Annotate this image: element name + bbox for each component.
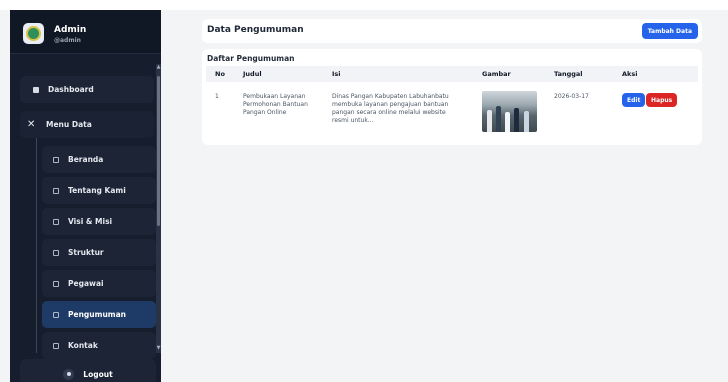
column-header: Gambar (482, 70, 511, 78)
sidebar-item-kontak[interactable]: Kontak (42, 332, 156, 359)
table-title: Daftar Pengumuman (207, 54, 295, 63)
document-icon (53, 249, 59, 256)
cell-judul-line: Pembukaan Layanan (243, 93, 306, 100)
sidebar-scrollbar[interactable]: ▲ ▼ (156, 64, 161, 353)
avatar (23, 23, 44, 44)
logout-button[interactable]: Logout (20, 359, 156, 382)
column-header: Tanggal (554, 70, 583, 78)
logout-icon (63, 368, 75, 380)
sidebar-item-menu-data[interactable]: ✕ Menu Data (20, 111, 154, 138)
delete-button[interactable]: Hapus (646, 93, 678, 107)
document-icon (53, 280, 59, 287)
sidebar-item-label: Pengumuman (68, 310, 127, 319)
cell-isi-line: Dinas Pangan Kabupaten Labuhanbatu (332, 93, 449, 100)
sidebar-item-label: Kontak (68, 341, 98, 350)
sidebar-item-tentang-kami[interactable]: Tentang Kami (42, 177, 156, 204)
dashboard-icon (33, 86, 39, 93)
scroll-up-icon[interactable]: ▲ (156, 64, 161, 72)
scroll-thumb[interactable] (157, 76, 160, 226)
top-bar (0, 0, 728, 10)
cell-isi-line: membuka layanan pengajuan bantuan (332, 101, 449, 108)
submenu-tree-line (36, 138, 37, 353)
sidebar-item-struktur[interactable]: Struktur (42, 239, 156, 266)
cell-isi-line: pangan secara online melalui website (332, 109, 446, 116)
column-header: No (215, 70, 225, 78)
sidebar-item-dashboard[interactable]: Dashboard (20, 76, 154, 103)
cell-no: 1 (215, 93, 219, 100)
column-header: Isi (332, 70, 341, 78)
cell-tanggal: 2026-03-17 (554, 93, 589, 100)
sidebar-item-label: Pegawai (68, 279, 104, 288)
document-icon (53, 187, 59, 194)
sidebar-item-label: Visi & Misi (68, 217, 113, 226)
sidebar-item-visi-misi[interactable]: Visi & Misi (42, 208, 156, 235)
document-icon (53, 342, 59, 349)
add-data-button[interactable]: Tambah Data (641, 23, 698, 39)
sidebar-item-label: Dashboard (48, 85, 94, 94)
column-header: Judul (243, 70, 262, 78)
document-icon (53, 156, 59, 163)
cell-isi-line: resmi untuk... (332, 117, 374, 124)
sidebar: Admin @admin Dashboard ✕ Menu Data Beran… (10, 10, 161, 382)
sidebar-item-label: Tentang Kami (68, 186, 126, 195)
edit-button[interactable]: Edit (622, 93, 646, 107)
column-header: Aksi (622, 70, 638, 78)
sidebar-item-label: Struktur (68, 248, 104, 257)
profile-name: Admin (54, 25, 87, 35)
sidebar-item-label: Beranda (68, 155, 104, 164)
sidebar-item-pengumuman[interactable]: Pengumuman (42, 301, 156, 328)
close-icon: ✕ (27, 119, 36, 130)
profile-username: @admin (54, 37, 81, 44)
sidebar-item-pegawai[interactable]: Pegawai (42, 270, 156, 297)
document-icon (53, 218, 59, 225)
announcement-image (482, 91, 537, 132)
page-header: Data Pengumuman Tambah Data (202, 19, 702, 43)
cell-judul-line: Permohonan Bantuan (243, 101, 308, 108)
sidebar-item-beranda[interactable]: Beranda (42, 146, 156, 173)
logo-seal-icon (26, 26, 41, 41)
scroll-down-icon[interactable]: ▼ (156, 345, 161, 353)
cell-judul-line: Pangan Online (243, 109, 287, 116)
sidebar-item-label: Menu Data (46, 120, 92, 129)
announcement-table-card: Daftar Pengumuman No Judul Isi Gambar Ta… (202, 49, 702, 145)
table-header: No Judul Isi Gambar Tanggal Aksi (206, 66, 698, 82)
profile-header: Admin @admin (10, 10, 161, 54)
document-icon (53, 311, 59, 318)
page-title: Data Pengumuman (207, 25, 304, 35)
logout-label: Logout (83, 369, 113, 379)
